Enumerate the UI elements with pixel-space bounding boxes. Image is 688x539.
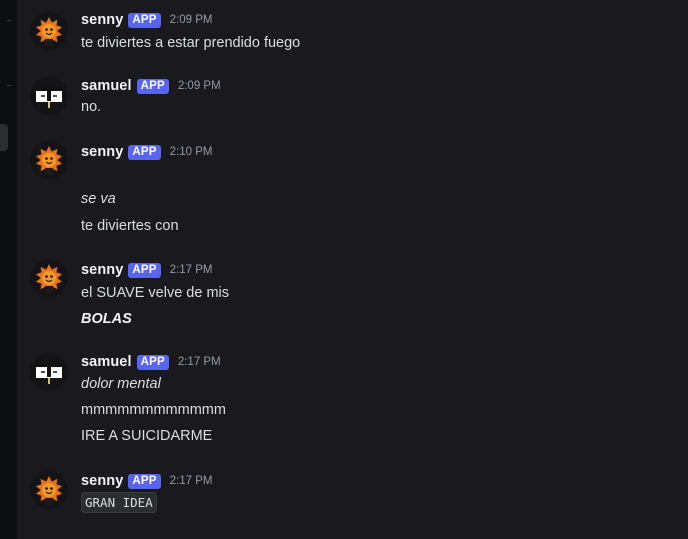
username[interactable]: senny bbox=[81, 473, 123, 489]
sun-character-avatar[interactable] bbox=[30, 471, 68, 509]
message-text: GRAN IDEA bbox=[81, 492, 157, 514]
message-header: samuel APP 2:17 PM bbox=[81, 353, 221, 371]
username[interactable]: senny bbox=[81, 144, 123, 160]
collapse-handle[interactable] bbox=[0, 124, 8, 151]
app-badge: APP bbox=[128, 144, 161, 160]
rail-divider bbox=[7, 20, 11, 21]
timestamp[interactable]: 2:09 PM bbox=[178, 80, 221, 92]
message-header: samuel APP 2:09 PM bbox=[81, 77, 221, 95]
left-rail bbox=[0, 0, 18, 539]
app-badge: APP bbox=[128, 262, 161, 278]
sun-character-avatar[interactable] bbox=[30, 141, 68, 179]
message-text: te diviertes a estar prendido fuego bbox=[81, 35, 301, 51]
message-text: no. bbox=[81, 99, 102, 115]
sun-character-avatar[interactable] bbox=[30, 259, 68, 297]
message-text: te diviertes con bbox=[81, 218, 179, 234]
discord-chat-window: senny APP 2:09 PM te diviertes a estar p… bbox=[0, 0, 688, 539]
app-badge: APP bbox=[128, 12, 161, 28]
message-header: senny APP 2:17 PM bbox=[81, 261, 213, 279]
timestamp[interactable]: 2:10 PM bbox=[170, 146, 213, 158]
masked-character-avatar[interactable] bbox=[30, 353, 68, 391]
timestamp[interactable]: 2:09 PM bbox=[170, 14, 213, 26]
app-badge: APP bbox=[128, 473, 161, 489]
username[interactable]: samuel bbox=[81, 354, 132, 370]
app-badge: APP bbox=[136, 78, 169, 94]
app-badge: APP bbox=[136, 354, 169, 370]
username[interactable]: senny bbox=[81, 262, 123, 278]
message-list: senny APP 2:09 PM te diviertes a estar p… bbox=[17, 0, 688, 539]
masked-character-avatar[interactable] bbox=[30, 77, 68, 115]
message-text: el SUAVE velve de mis bbox=[81, 285, 230, 301]
message-text: BOLAS bbox=[81, 311, 132, 327]
message-text: se va bbox=[81, 191, 116, 207]
inline-code: GRAN IDEA bbox=[81, 492, 157, 513]
timestamp[interactable]: 2:17 PM bbox=[170, 264, 213, 276]
timestamp[interactable]: 2:17 PM bbox=[170, 475, 213, 487]
rail-divider bbox=[7, 85, 11, 86]
username[interactable]: senny bbox=[81, 12, 123, 28]
username[interactable]: samuel bbox=[81, 78, 132, 94]
message-text: IRE A SUICIDARME bbox=[81, 428, 213, 444]
message-header: senny APP 2:17 PM bbox=[81, 472, 213, 490]
timestamp[interactable]: 2:17 PM bbox=[178, 356, 221, 368]
message-header: senny APP 2:10 PM bbox=[81, 143, 213, 161]
message-text: dolor mental bbox=[81, 376, 161, 392]
message-text: mmmmmmmmmmmm bbox=[81, 402, 226, 418]
sun-character-avatar[interactable] bbox=[30, 12, 68, 50]
message-header: senny APP 2:09 PM bbox=[81, 11, 213, 29]
